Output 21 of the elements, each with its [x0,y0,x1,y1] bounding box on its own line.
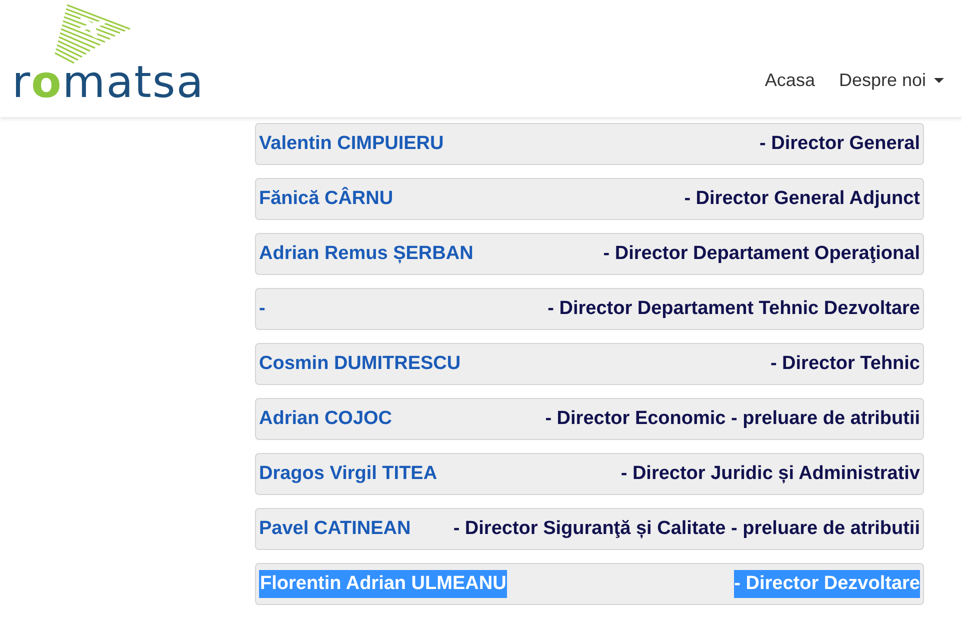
person-name[interactable]: Cosmin DUMITRESCU [259,350,461,378]
person-name[interactable]: Pavel CATINEAN [259,514,411,544]
person-name[interactable]: Dragos Virgil TITEA [259,460,438,488]
person-role: - Director Siguranţă și Calitate - preluare de atributii [453,516,920,541]
person-role: - Director Economic - preluare de atributii [545,406,920,431]
person-role: - Director Departament Tehnic Dezvoltare [548,296,920,321]
person-name[interactable]: - [259,294,266,324]
person-name[interactable]: Adrian COJOC [259,404,392,434]
person-role: - Director Juridic și Administrativ [620,462,920,486]
dropdown-menu-link[interactable]: Despre noi [838,67,944,94]
person-role: - Director General Adjunct [684,186,920,211]
person-role: - Director Departament Operaţional [603,242,920,266]
person-role: - Director Tehnic [770,352,920,376]
person-name[interactable]: Fănică CÂRNU [259,184,394,214]
logo-text[interactable]: romatsa [12,60,204,104]
person-role: - Director Dezvoltare [734,570,920,598]
person-name[interactable]: Adrian Remus ȘERBAN [259,240,474,268]
nav-link[interactable]: Acasa [764,67,815,94]
person-role: - Director General [760,132,920,156]
person-name[interactable]: Valentin CIMPUIERU [259,130,444,158]
person-name[interactable]: Florentin Adrian ULMEANU [259,570,508,598]
